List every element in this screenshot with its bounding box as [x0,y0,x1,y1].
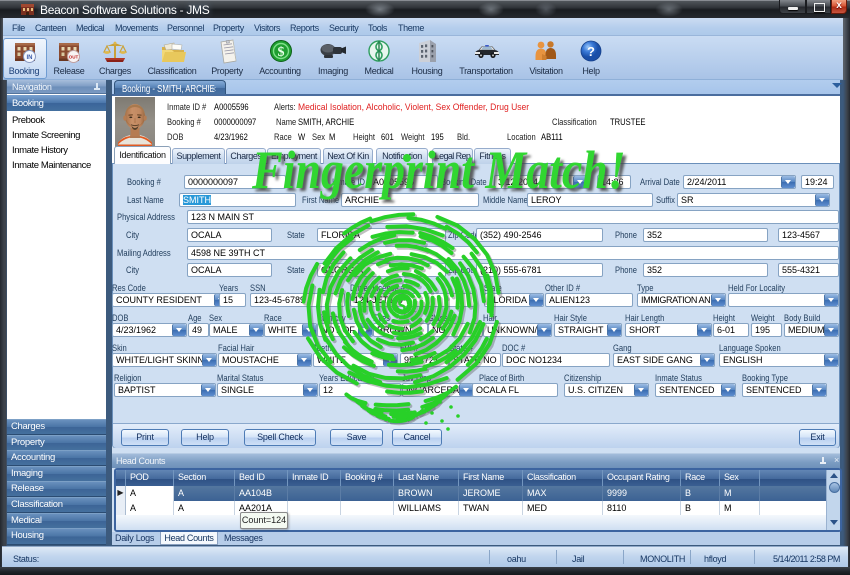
svg-text:IN: IN [27,55,33,61]
svg-text:$: $ [278,45,285,60]
svg-text:?: ? [587,44,595,59]
svg-text:OUT: OUT [69,55,79,60]
